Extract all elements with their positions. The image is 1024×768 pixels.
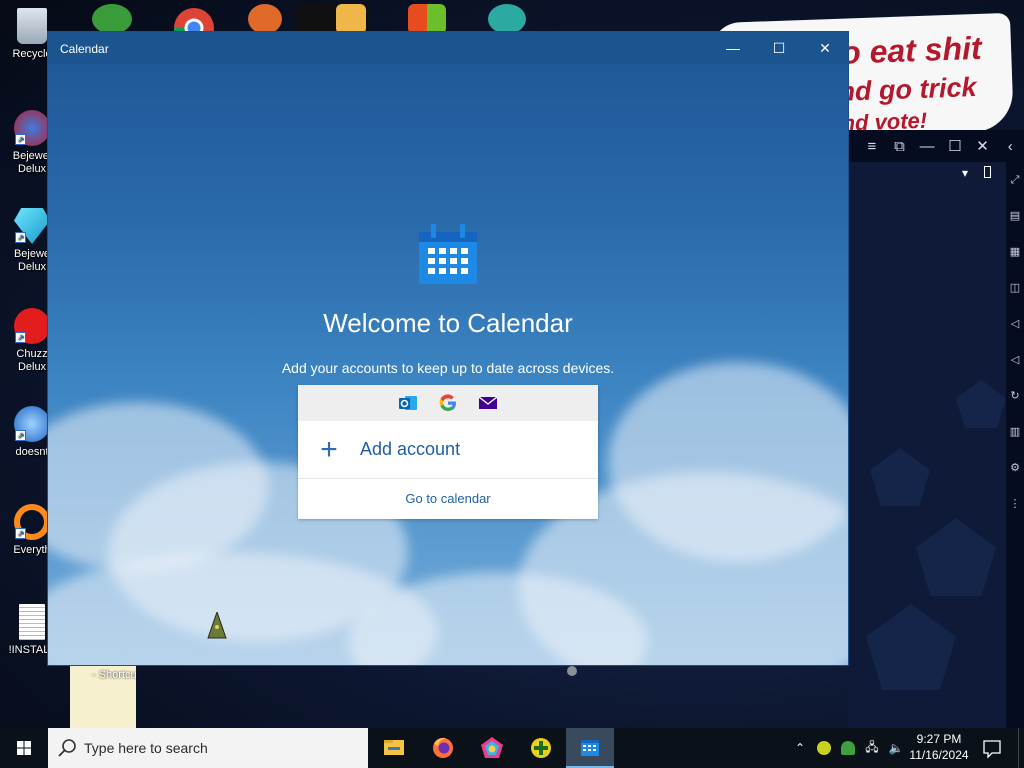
- emulator-window[interactable]: ≡ ⧉ — ☐ ✕ ‹ ▾ ⤢ ▤ ▦ ◫ ◁ ◁ ↻ ▥ ⚙ ⋮: [848, 130, 1024, 728]
- volume-down-icon[interactable]: ◁: [1006, 342, 1024, 378]
- keyboard-icon[interactable]: ▤: [1006, 198, 1024, 234]
- plus-icon: +: [320, 432, 338, 466]
- clock-time: 9:27 PM: [916, 732, 962, 746]
- close-button[interactable]: ✕: [802, 32, 848, 64]
- go-to-calendar-link[interactable]: Go to calendar: [298, 479, 598, 519]
- desktop-icon-label: Everyth: [13, 544, 51, 556]
- drag-handle[interactable]: [567, 666, 577, 676]
- provider-strip: [298, 385, 598, 421]
- banner-line: o eat shit: [840, 29, 983, 71]
- calendar-icon: [581, 740, 599, 756]
- search-placeholder: Type here to search: [84, 740, 208, 756]
- desktop-icon-label: Recycle: [12, 48, 52, 60]
- background-shape: [916, 518, 996, 596]
- recycle-bin-icon: [17, 8, 47, 44]
- apk-icon[interactable]: ▥: [1006, 414, 1024, 450]
- google-icon: [439, 394, 456, 412]
- fullscreen-icon[interactable]: ⤢: [1006, 162, 1024, 198]
- mail-icon: [478, 396, 498, 409]
- maximize-icon[interactable]: ☐: [941, 137, 969, 155]
- calendar-window[interactable]: Calendar — ☐ ✕ Welcome to Calendar Add y…: [48, 32, 848, 665]
- desktop: Recycle ↗ Bejewel Delux ↗ Bejewe Delux ↗…: [0, 0, 1024, 728]
- minimize-button[interactable]: —: [710, 32, 756, 64]
- window-title: Calendar: [60, 42, 109, 56]
- shortcut-arrow-icon: ↗: [15, 332, 26, 343]
- banner-line: nd go trick: [837, 72, 977, 107]
- clock-date: 11/16/2024: [909, 748, 969, 762]
- maximize-button[interactable]: ☐: [756, 32, 802, 64]
- volume-up-icon[interactable]: ◁: [1006, 306, 1024, 342]
- battery-icon: [984, 166, 991, 178]
- windows-store-icon[interactable]: [408, 4, 446, 34]
- shortcut-arrow-icon: ↗: [15, 232, 26, 243]
- add-account-label: Add account: [360, 439, 461, 459]
- emulator-sidebar: ⤢ ▤ ▦ ◫ ◁ ◁ ↻ ▥ ⚙ ⋮: [1006, 162, 1024, 728]
- search-icon: [58, 739, 76, 757]
- app-shortcut-icon[interactable]: [248, 4, 282, 34]
- taskbar-clock[interactable]: 9:27 PM 11/16/2024: [904, 731, 974, 763]
- desktop-icon-label: Bejewe Delux: [13, 248, 51, 273]
- add-account-button[interactable]: + Add account: [298, 421, 598, 479]
- desktop-icon-label: Chuzz Delux: [16, 348, 48, 373]
- taskbar-calendar-app[interactable]: [566, 728, 614, 768]
- close-icon[interactable]: ✕: [969, 137, 997, 155]
- network-icon[interactable]: 🖧: [860, 728, 884, 768]
- text-document-icon: [19, 604, 45, 640]
- settings-icon[interactable]: ⚙: [1006, 450, 1024, 486]
- users-app-icon[interactable]: [92, 4, 132, 34]
- desktop-icon-label: - Shortcu: [92, 669, 137, 681]
- background-shape: [870, 448, 930, 506]
- gamepad-icon[interactable]: ▦: [1006, 234, 1024, 270]
- tray-users-icon[interactable]: [836, 728, 860, 768]
- tray-app-plus-icon[interactable]: [812, 728, 836, 768]
- show-desktop-button[interactable]: [1018, 728, 1024, 768]
- cursor-wizard-icon: [207, 612, 227, 639]
- calendar-icon: [419, 224, 477, 284]
- welcome-subtitle: Add your accounts to keep up to date acr…: [281, 360, 615, 376]
- file-explorer-icon[interactable]: [370, 728, 418, 768]
- menu-icon[interactable]: ≡: [858, 138, 886, 155]
- account-card: + Add account Go to calendar: [298, 385, 598, 519]
- folder-app-icon[interactable]: [336, 4, 366, 34]
- chromium-icon[interactable]: [468, 728, 516, 768]
- collapse-icon[interactable]: ‹: [996, 138, 1024, 155]
- notification-icon[interactable]: [978, 728, 1006, 768]
- system-tray: ⌃ 🖧 🔈: [788, 728, 908, 768]
- windows-start-icon[interactable]: [0, 728, 48, 768]
- chrome-icon[interactable]: [172, 4, 216, 48]
- desktop-icon-label: Bejewel Delux: [12, 150, 52, 175]
- window-titlebar[interactable]: Calendar — ☐ ✕: [48, 32, 848, 64]
- shortcut-arrow-icon: ↗: [15, 134, 26, 145]
- taskbar-search-box[interactable]: Type here to search: [48, 728, 368, 768]
- shortcut-arrow-icon: ↗: [15, 430, 26, 441]
- background-shape: [956, 380, 1006, 428]
- screenshot-icon[interactable]: ◫: [1006, 270, 1024, 306]
- more-icon[interactable]: ⋮: [1006, 486, 1024, 522]
- desktop-icon-label: doesnt: [15, 446, 49, 458]
- chevron-up-icon[interactable]: ⌃: [788, 728, 812, 768]
- wifi-icon: ▾: [962, 166, 969, 180]
- background-shape: [866, 604, 956, 690]
- minimize-icon[interactable]: —: [913, 138, 941, 155]
- green-plus-app-icon[interactable]: [517, 728, 565, 768]
- rotate-icon[interactable]: ↻: [1006, 378, 1024, 414]
- shortcut-arrow-icon: ↗: [15, 528, 26, 539]
- screen-mode-icon[interactable]: ⧉: [886, 138, 914, 155]
- taskbar: Type here to search ⌃ 🖧 🔈 9:27 PM 11/16/…: [0, 728, 1024, 768]
- outlook-icon: [399, 396, 417, 410]
- emulator-titlebar: ≡ ⧉ — ☐ ✕ ‹: [848, 130, 1024, 162]
- welcome-heading: Welcome to Calendar: [323, 308, 573, 338]
- firefox-icon[interactable]: [419, 728, 467, 768]
- character-app-icon[interactable]: [488, 4, 526, 34]
